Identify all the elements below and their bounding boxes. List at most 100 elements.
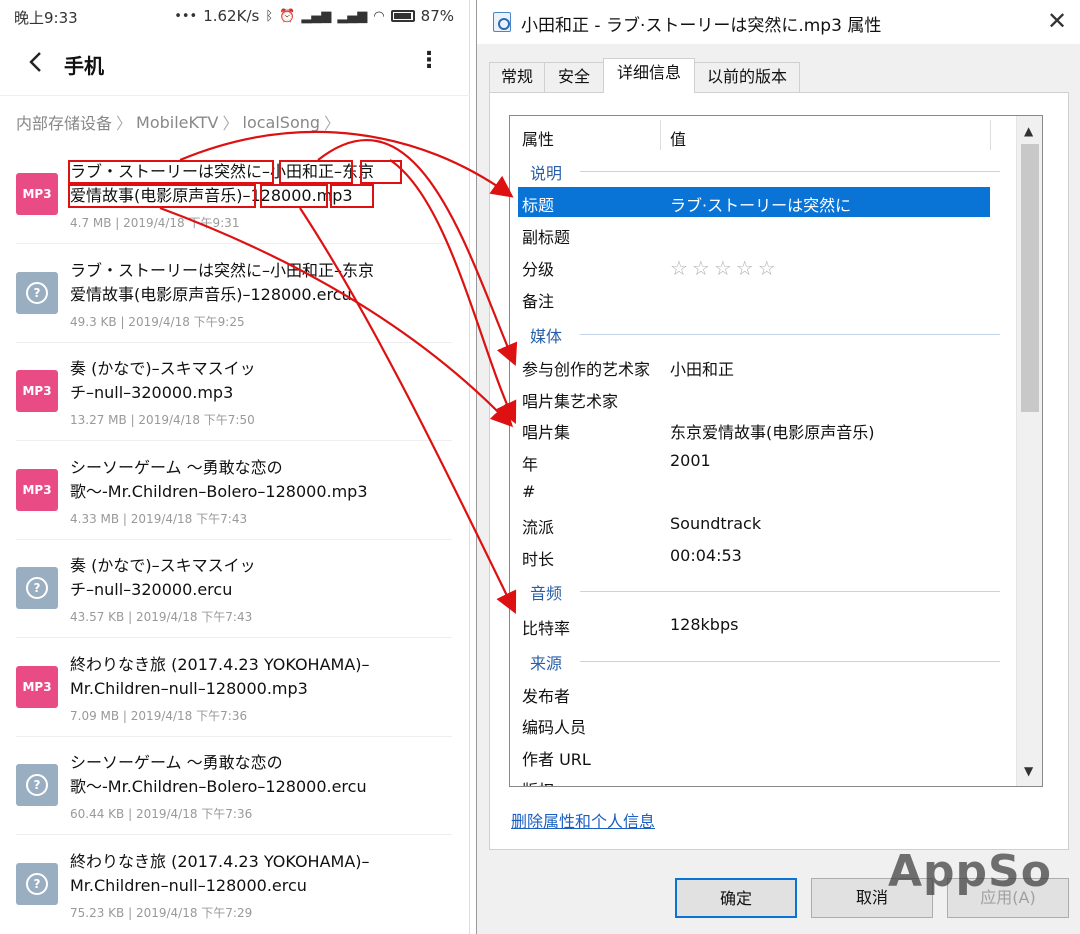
- breadcrumb-separator-icon: 〉: [222, 114, 239, 133]
- property-row-encoded-by[interactable]: 编码人员: [510, 709, 1016, 739]
- status-time: 晚上9:33: [14, 9, 78, 27]
- scroll-thumb[interactable]: [1021, 144, 1039, 412]
- unknown-file-icon: ?: [16, 272, 58, 314]
- mp3-file-icon: MP3: [16, 370, 58, 412]
- group-media: 媒体: [510, 319, 1016, 347]
- property-row-length[interactable]: 时长 00:04:53: [510, 541, 1016, 571]
- file-list-item[interactable]: MP3 終わりなき旅 (2017.4.23 YOKOHAMA)– Mr.Child…: [0, 639, 470, 737]
- tab-general[interactable]: 常规: [489, 62, 545, 92]
- remove-properties-link[interactable]: 删除属性和个人信息: [511, 808, 655, 832]
- property-row-title[interactable]: 标题 ラブ·ストーリーは突然に: [518, 187, 990, 217]
- column-property[interactable]: 属性: [522, 126, 554, 150]
- rating-stars-icon: ☆☆☆☆☆: [670, 256, 780, 280]
- file-meta: 4.33 MB | 2019/4/18 下午7:43: [70, 512, 248, 526]
- divider: [0, 95, 470, 96]
- highlight-box-artist: [279, 160, 353, 184]
- app-bar: 手机 ⋮: [0, 40, 470, 86]
- file-meta: 43.57 KB | 2019/4/18 下午7:43: [70, 610, 253, 624]
- property-row-track[interactable]: #: [510, 477, 1016, 507]
- tab-details[interactable]: 详细信息: [603, 58, 695, 93]
- property-row-album[interactable]: 唱片集 东京爱情故事(电影原声音乐): [510, 414, 1016, 444]
- group-origin: 来源: [510, 646, 1016, 674]
- breadcrumb-internal-storage[interactable]: 内部存储设备: [16, 110, 112, 134]
- file-list-item[interactable]: ? ラブ・ストーリーは突然に–小田和正–东京 爱情故事(电影原声音乐)–12800…: [0, 245, 470, 343]
- file-meta: 13.27 MB | 2019/4/18 下午7:50: [70, 413, 255, 427]
- property-row-contributing-artists[interactable]: 参与创作的艺术家 小田和正: [510, 351, 1016, 381]
- highlight-box-album-2: [68, 184, 256, 208]
- property-row-bitrate[interactable]: 比特率 128kbps: [510, 610, 1016, 640]
- file-list-item[interactable]: ? 終わりなき旅 (2017.4.23 YOKOHAMA)– Mr.Childre…: [0, 836, 470, 934]
- property-row-comments[interactable]: 备注: [510, 283, 1016, 313]
- page-title: 手机: [64, 54, 104, 78]
- phone-file-manager: 晚上9:33 ••• 1.62K/s ᛒ ⏰ ▂▄▆ ▂▄▆ ◠ 87% 手机 …: [0, 0, 470, 934]
- group-audio: 音频: [510, 576, 1016, 604]
- wifi-icon: ◠: [373, 8, 385, 24]
- property-row-year[interactable]: 年 2001: [510, 446, 1016, 476]
- appso-watermark-logo: AppSo: [888, 846, 1052, 897]
- file-list-item[interactable]: ? 奏 (かなで)–スキマスイッ チ–null–320000.ercu 43.57…: [0, 540, 470, 638]
- column-value[interactable]: 值: [670, 126, 686, 150]
- tab-security[interactable]: 安全: [544, 62, 604, 92]
- file-name: 奏 (かなで)–スキマスイッ チ–null–320000.mp3: [70, 359, 256, 402]
- file-name: シーソーゲーム 〜勇敢な恋の 歌〜-Mr.Children–Bolero–1280…: [70, 458, 368, 501]
- back-arrow-icon[interactable]: [26, 50, 44, 74]
- mp3-file-icon: MP3: [16, 666, 58, 708]
- unknown-file-icon: ?: [16, 567, 58, 609]
- more-dots-icon: •••: [174, 8, 198, 24]
- properties-dialog: 小田和正 - ラブ·ストーリーは突然に.mp3 属性 ✕ 常规 安全 详细信息 …: [476, 0, 1080, 934]
- highlight-box-album: [360, 160, 402, 184]
- property-row-album-artist[interactable]: 唱片集艺术家: [510, 383, 1016, 413]
- property-row-author-url[interactable]: 作者 URL: [510, 741, 1016, 771]
- mp3-file-icon: MP3: [16, 173, 58, 215]
- breadcrumb: 内部存储设备 〉 MobileKTV 〉 localSong 〉: [16, 110, 340, 134]
- signal-2-icon: ▂▄▆: [337, 8, 368, 24]
- highlight-box-bitrate: [260, 184, 328, 208]
- property-row-subtitle[interactable]: 副标题: [510, 219, 1016, 249]
- unknown-file-icon: ?: [16, 764, 58, 806]
- alarm-icon: ⏰: [279, 8, 296, 24]
- battery-level: 87%: [420, 7, 454, 25]
- dialog-title: 小田和正 - ラブ·ストーリーは突然に.mp3 属性: [521, 16, 882, 36]
- file-name: シーソーゲーム 〜勇敢な恋の 歌〜-Mr.Children–Bolero–1280…: [70, 753, 367, 796]
- file-name: 終わりなき旅 (2017.4.23 YOKOHAMA)– Mr.Children–…: [70, 852, 370, 895]
- file-name: 奏 (かなで)–スキマスイッ チ–null–320000.ercu: [70, 556, 256, 599]
- tab-previous-versions[interactable]: 以前的版本: [694, 62, 800, 92]
- mp3-file-icon: MP3: [16, 469, 58, 511]
- bluetooth-icon: ᛒ: [265, 8, 274, 24]
- breadcrumb-mobilektv[interactable]: MobileKTV: [136, 113, 218, 132]
- column-header: 属性 值: [510, 116, 1016, 154]
- signal-icon: ▂▄▆: [301, 8, 332, 24]
- title-bar: 小田和正 - ラブ·ストーリーは突然に.mp3 属性 ✕: [477, 0, 1080, 44]
- breadcrumb-separator-icon: 〉: [116, 114, 133, 133]
- file-meta: 75.23 KB | 2019/4/18 下午7:29: [70, 906, 253, 920]
- property-row-copyright[interactable]: 版权: [510, 772, 1016, 786]
- battery-icon: [390, 10, 415, 22]
- more-menu-icon[interactable]: ⋮: [418, 50, 440, 76]
- file-meta: 49.3 KB | 2019/4/18 下午9:25: [70, 315, 245, 329]
- file-list-item[interactable]: MP3 シーソーゲーム 〜勇敢な恋の 歌〜-Mr.Children–Bolero–…: [0, 442, 470, 540]
- file-name: 終わりなき旅 (2017.4.23 YOKOHAMA)– Mr.Children–…: [70, 655, 370, 698]
- ok-button[interactable]: 确定: [675, 878, 797, 918]
- group-description: 说明: [510, 156, 1016, 184]
- property-row-genre[interactable]: 流派 Soundtrack: [510, 509, 1016, 539]
- unknown-file-icon: ?: [16, 863, 58, 905]
- network-speed: 1.62K/s: [203, 7, 260, 25]
- highlight-box-title: [68, 160, 274, 184]
- scroll-up-icon[interactable]: ▲: [1024, 124, 1033, 138]
- breadcrumb-separator-icon: 〉: [324, 114, 341, 133]
- property-row-publisher[interactable]: 发布者: [510, 678, 1016, 708]
- property-row-rating[interactable]: 分级 ☆☆☆☆☆: [510, 251, 1016, 281]
- file-list-item[interactable]: ? シーソーゲーム 〜勇敢な恋の 歌〜-Mr.Children–Bolero–12…: [0, 737, 470, 835]
- file-name: ラブ・ストーリーは突然に–小田和正–东京 爱情故事(电影原声音乐)–128000.…: [70, 261, 375, 304]
- file-list-item[interactable]: MP3 奏 (かなで)–スキマスイッ チ–null–320000.mp3 13.2…: [0, 343, 470, 441]
- scroll-down-icon[interactable]: ▼: [1024, 764, 1033, 778]
- breadcrumb-localsong[interactable]: localSong: [243, 113, 321, 132]
- status-bar: 晚上9:33 ••• 1.62K/s ᛒ ⏰ ▂▄▆ ▂▄▆ ◠ 87%: [0, 0, 470, 32]
- close-icon[interactable]: ✕: [1045, 9, 1069, 34]
- file-meta: 4.7 MB | 2019/4/18 下午9:31: [70, 216, 240, 230]
- property-list: 属性 值 说明 标题 ラブ·ストーリーは突然に 副标题 分级 ☆☆☆☆☆ 备注 媒体…: [509, 115, 1043, 787]
- vertical-scrollbar[interactable]: ▲ ▼: [1016, 116, 1042, 786]
- file-meta: 60.44 KB | 2019/4/18 下午7:36: [70, 807, 253, 821]
- highlight-box-extension: [330, 184, 374, 208]
- file-meta: 7.09 MB | 2019/4/18 下午7:36: [70, 709, 248, 723]
